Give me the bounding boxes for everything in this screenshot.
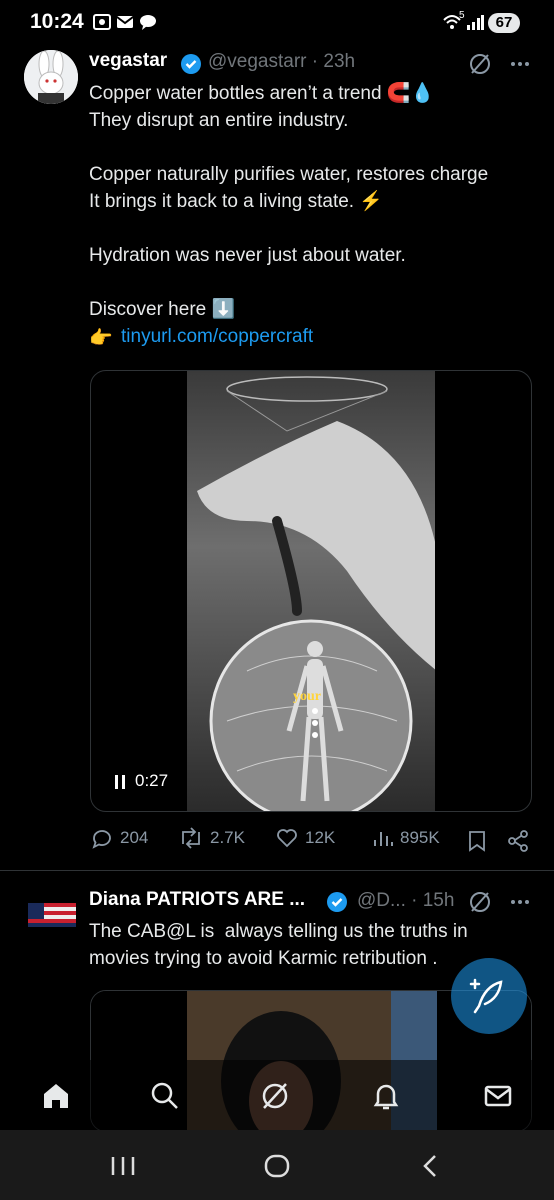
pause-icon[interactable]: [113, 774, 127, 790]
reply-count: 204: [120, 828, 149, 847]
like-button[interactable]: 12K: [275, 826, 335, 850]
video-caption: your: [293, 689, 321, 704]
more-options-icon[interactable]: [509, 54, 531, 74]
compose-feather-icon: [469, 978, 503, 1014]
repost-icon: [182, 827, 200, 849]
rabbit-avatar-icon: [24, 50, 78, 104]
status-bar: 10:24 5 67: [0, 0, 554, 44]
grok-icon[interactable]: [468, 890, 492, 914]
repost-button[interactable]: 2.7K: [178, 826, 245, 850]
compose-button[interactable]: [451, 958, 527, 1034]
recent-apps-icon[interactable]: [110, 1156, 136, 1176]
pointing-hand-emoji: 👉: [89, 328, 113, 349]
avatar[interactable]: [26, 895, 78, 935]
view-count: 895K: [400, 828, 440, 847]
author-handle-time[interactable]: @D... · 15h: [357, 890, 454, 912]
views-button[interactable]: 895K: [372, 826, 440, 850]
bookmark-icon[interactable]: [467, 830, 487, 852]
video-frame[interactable]: your: [187, 371, 437, 811]
author-name[interactable]: vegastar: [89, 50, 167, 72]
screenshot-icon: [93, 14, 111, 30]
cell-signal-icon: [467, 15, 484, 30]
home-icon[interactable]: [40, 1080, 72, 1112]
mail-icon: [116, 16, 134, 28]
tweet-text: Copper water bottles aren’t a trend 🧲💧 T…: [89, 83, 489, 320]
avatar[interactable]: [24, 50, 78, 104]
notifications-icon[interactable]: [370, 1080, 402, 1112]
tweet-actions: 204 2.7K 12K 895K: [0, 826, 554, 858]
chat-icon: [140, 15, 156, 30]
back-icon[interactable]: [420, 1154, 440, 1178]
video-player[interactable]: your 0:27: [90, 370, 532, 812]
status-time: 10:24: [30, 10, 84, 33]
views-icon: [374, 832, 393, 846]
flag-avatar-icon: [28, 903, 76, 927]
author-handle-time[interactable]: @vegastarr · 23h: [208, 51, 355, 73]
home-button-icon[interactable]: [264, 1154, 290, 1178]
video-timestamp: 0:27: [135, 771, 169, 790]
network-label: 5: [459, 10, 465, 21]
battery-level: 67: [488, 13, 520, 33]
search-icon[interactable]: [149, 1080, 181, 1112]
bottom-nav: [0, 1060, 554, 1130]
grok-icon[interactable]: [468, 52, 492, 76]
video-thumbnail: [197, 376, 437, 811]
verified-badge-icon: [181, 54, 201, 74]
like-count: 12K: [305, 828, 336, 847]
messages-icon[interactable]: [482, 1080, 514, 1112]
tweet-link[interactable]: tinyurl.com/coppercraft: [121, 326, 313, 348]
repost-count: 2.7K: [210, 828, 245, 847]
more-options-icon[interactable]: [509, 892, 531, 912]
system-nav-bar: [0, 1130, 554, 1200]
reply-button[interactable]: 204: [90, 826, 148, 850]
reply-icon: [92, 830, 111, 849]
grok-nav-icon[interactable]: [259, 1080, 291, 1112]
heart-icon: [277, 829, 297, 848]
share-icon[interactable]: [507, 830, 529, 852]
author-name[interactable]: Diana PATRIOTS ARE ...: [89, 889, 305, 911]
divider: [0, 870, 554, 871]
verified-badge-icon: [327, 892, 347, 912]
